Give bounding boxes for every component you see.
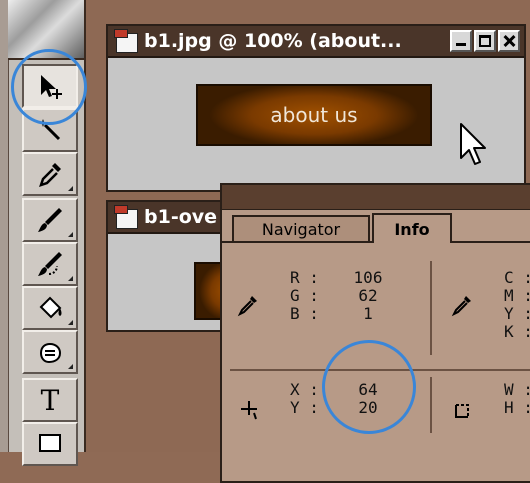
dodge-hand-icon (39, 342, 62, 364)
rectangle-marquee-tool-button[interactable] (22, 422, 78, 466)
brush-tool-button[interactable] (22, 198, 78, 242)
y-label: Y : (504, 304, 530, 323)
window-title: b1.jpg @ 100% (about... (144, 30, 402, 52)
toolbox: T (0, 0, 86, 466)
brush-icon (38, 208, 62, 232)
eyedropper-tool-button[interactable] (22, 152, 78, 196)
about-us-button-image: about us (196, 84, 432, 146)
maximize-button[interactable] (474, 30, 496, 52)
move-tool-button[interactable] (22, 64, 78, 108)
k-label: K : (504, 322, 530, 341)
crosshair-icon (241, 401, 257, 420)
paint-bucket-tool-button[interactable] (22, 286, 78, 330)
g-value: 62 (358, 286, 378, 305)
magic-wand-icon (39, 119, 61, 141)
document-icon (114, 29, 140, 53)
document-icon (114, 205, 140, 229)
tool-expand-icon (68, 364, 73, 369)
r-value: 106 (353, 268, 383, 287)
g-label: G : (290, 286, 319, 305)
info-palette[interactable]: Navigator Info R : G : B : 106 62 1 C : … (220, 183, 530, 483)
c-label: C : (504, 268, 530, 287)
tool-expand-icon (68, 232, 73, 237)
type-tool-button[interactable]: T (22, 378, 78, 422)
document-window-b1[interactable]: b1.jpg @ 100% (about... about us (106, 24, 526, 192)
cmyk-labels: C : M : Y : K : (504, 269, 530, 341)
b-label: B : (290, 304, 319, 323)
minimize-button[interactable] (450, 30, 472, 52)
tab-info[interactable]: Info (372, 213, 452, 243)
history-brush-icon (38, 252, 62, 276)
info-panel-body: R : G : B : 106 62 1 C : M : Y : K : X :… (222, 243, 530, 481)
type-tool-label: T (40, 383, 60, 417)
dodge-tool-button[interactable] (22, 330, 78, 374)
rgb-values: 106 62 1 (346, 269, 390, 323)
m-label: M : (504, 286, 530, 305)
magic-wand-tool-button[interactable] (22, 108, 78, 152)
tool-expand-icon (68, 276, 73, 281)
y-value: 20 (358, 398, 378, 417)
history-brush-tool-button[interactable] (22, 242, 78, 286)
divider (430, 377, 432, 433)
move-arrow-icon (41, 75, 62, 99)
w-label: W : (504, 380, 530, 399)
b-value: 1 (363, 304, 373, 323)
y-label: Y : (290, 398, 319, 417)
window-titlebar[interactable]: b1.jpg @ 100% (about... (108, 26, 524, 58)
r-label: R : (290, 268, 319, 287)
divider (430, 261, 432, 355)
divider (230, 369, 530, 371)
palette-titlebar[interactable] (222, 185, 530, 210)
x-value: 64 (358, 380, 378, 399)
toolbox-edge (0, 0, 9, 452)
tab-navigator[interactable]: Navigator (232, 215, 370, 241)
tool-expand-icon (68, 320, 73, 325)
selection-size-icon (455, 404, 469, 418)
palette-tabs: Navigator Info (222, 209, 530, 243)
xy-values: 64 20 (346, 381, 390, 417)
wh-labels: W : H : (504, 381, 530, 417)
eyedropper-icon (237, 296, 257, 317)
rectangle-icon (39, 434, 61, 452)
eyedropper-icon (451, 296, 471, 317)
paint-bucket-icon (39, 296, 62, 319)
mouse-cursor-icon (460, 123, 486, 165)
close-button[interactable] (498, 30, 520, 52)
about-us-text: about us (270, 103, 358, 127)
h-label: H : (504, 398, 530, 417)
x-label: X : (290, 380, 319, 399)
rgb-labels: R : G : B : (290, 269, 319, 323)
xy-labels: X : Y : (290, 381, 319, 417)
tool-expand-icon (68, 186, 73, 191)
tab-navigator-label: Navigator (261, 219, 341, 239)
window-title: b1-ove (144, 206, 218, 228)
app-logo (8, 0, 84, 60)
eyedropper-icon (39, 163, 61, 187)
tab-info-label: Info (394, 219, 430, 239)
